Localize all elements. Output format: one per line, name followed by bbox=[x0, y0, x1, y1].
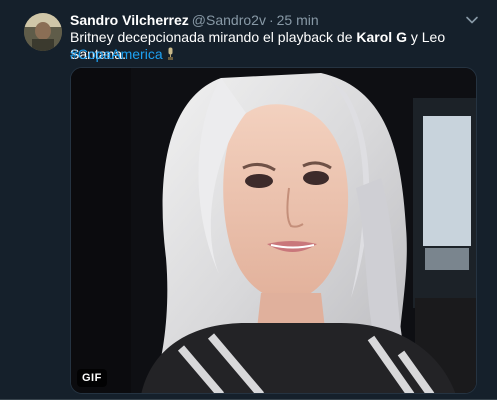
separator-dot: · bbox=[268, 12, 274, 28]
tweet-header: Sandro Vilcherrez @Sandro2v · 25 min bbox=[70, 11, 457, 31]
hashtag-line: #CopaAmerica bbox=[70, 46, 175, 65]
gif-badge: GIF bbox=[77, 369, 107, 387]
hashtag-link[interactable]: #CopaAmerica bbox=[70, 46, 163, 62]
gif-media[interactable]: GIF bbox=[70, 67, 477, 394]
trophy-icon bbox=[166, 47, 175, 65]
avatar[interactable] bbox=[24, 13, 62, 51]
user-handle[interactable]: @Sandro2v bbox=[192, 12, 266, 28]
timestamp[interactable]: 25 min bbox=[277, 12, 319, 28]
gif-frame bbox=[71, 68, 476, 393]
display-name[interactable]: Sandro Vilcherrez bbox=[70, 12, 189, 28]
avatar-image bbox=[24, 13, 62, 51]
chevron-down-icon[interactable] bbox=[465, 13, 479, 27]
tweet[interactable]: Sandro Vilcherrez @Sandro2v · 25 min Britne… bbox=[0, 0, 497, 400]
tweet-text-bold: Karol G bbox=[356, 29, 407, 45]
tweet-text-part: Britney decepcionada mirando el playback… bbox=[70, 29, 357, 45]
